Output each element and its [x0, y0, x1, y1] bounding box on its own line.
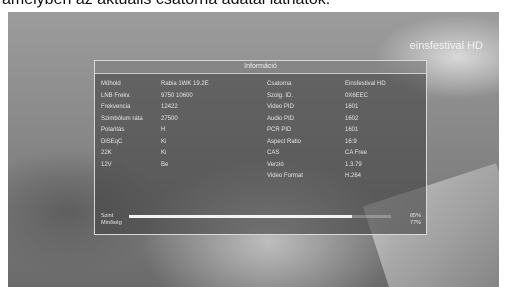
info-label: CAS — [267, 150, 280, 156]
info-row-channel: Csatorna Einsfestival HD — [267, 79, 386, 91]
info-row-audio-pid: Audio PID 1602 — [267, 114, 358, 126]
info-label: 12V — [101, 161, 112, 168]
info-value: Be — [161, 161, 169, 168]
info-row-lnb: LNB Frekv. 9750 10600 — [101, 91, 193, 103]
info-row-symbol-rate: Szimbólum ráta 27500 — [101, 114, 178, 126]
info-row-12v: 12V Be — [101, 160, 168, 172]
signal-strength-label: Szint — [101, 213, 114, 219]
info-label: PCR PID — [267, 127, 292, 133]
info-value: CA Free — [345, 150, 368, 156]
left-info-column: Műhold Rabia 1WK 19.2E LNB Frekv. 9750 106… — [101, 79, 209, 172]
info-label: Polaritás — [101, 127, 125, 133]
info-value: 27500 — [161, 115, 178, 122]
info-row-cas: CAS CA Free — [267, 148, 367, 160]
signal-strength-row: Szint 85% — [101, 213, 421, 220]
info-row-polarity: Polaritás H — [101, 125, 165, 137]
caption-text: amelyben az aktuális csatorna adatai lát… — [0, 0, 507, 10]
info-value: 1.3.79 — [345, 161, 362, 168]
info-value: 1601 — [345, 104, 359, 110]
info-value: H.264 — [345, 173, 362, 179]
channel-logo: einsfestival HD — [409, 40, 483, 52]
info-value: 12422 — [161, 104, 178, 110]
info-row-video-format: Video Format H.264 — [267, 171, 361, 183]
info-label: Video Format — [267, 173, 303, 179]
info-value: 1601 — [345, 127, 359, 133]
info-row-22k: 22K Ki — [101, 148, 166, 160]
right-info-column: Csatorna Einsfestival HD Szolg. ID. 0X6EEC… — [267, 79, 386, 183]
signal-strength-bar-fill — [129, 215, 352, 218]
info-label: Verzió — [267, 161, 284, 168]
info-value: 16:9 — [345, 138, 357, 145]
info-label: Műhold — [101, 81, 121, 87]
info-value: 1602 — [345, 115, 359, 122]
signal-strength-value: 85% — [409, 213, 421, 219]
signal-strength-bar — [129, 215, 391, 218]
info-value: 0X6EEC — [345, 92, 369, 99]
info-panel-title: Információ — [95, 61, 426, 74]
info-value: Ki — [161, 150, 167, 156]
info-value: Ki — [161, 138, 167, 145]
tv-screen: einsfestival HD Információ Műhold Rabia 1… — [8, 12, 499, 287]
info-label: Aspect Ratio — [267, 138, 302, 145]
info-label: Video PID — [267, 104, 294, 110]
info-row-diseqc: DiSEqC Ki — [101, 137, 166, 149]
info-row-version: Verzió 1.3.79 — [267, 160, 362, 172]
signal-quality-row: Minőség 77% — [101, 220, 421, 227]
info-label: Csatorna — [267, 81, 292, 87]
info-label: Audio PID — [267, 115, 295, 122]
info-panel: Információ Műhold Rabia 1WK 19.2E LNB Fre… — [94, 60, 427, 235]
info-label: Szimbólum ráta — [101, 115, 143, 122]
info-row-satellite: Műhold Rabia 1WK 19.2E — [101, 79, 209, 91]
info-label: DiSEqC — [101, 138, 123, 145]
info-label: LNB Frekv. — [101, 92, 131, 99]
signal-section: Szint 85% Minőség 77% — [101, 213, 421, 227]
info-value: Einsfestival HD — [345, 81, 386, 87]
info-label: Frekvencia — [101, 104, 131, 110]
info-label: 22K — [101, 150, 112, 156]
screenshot-frame: amelyben az aktuális csatorna adatai lát… — [0, 0, 507, 287]
info-value: Rabia 1WK 19.2E — [161, 81, 209, 87]
signal-quality-value: 77% — [409, 220, 421, 226]
signal-quality-label: Minőség — [101, 220, 122, 226]
info-row-aspect-ratio: Aspect Ratio 16:9 — [267, 137, 357, 149]
info-value: 9750 10600 — [161, 92, 193, 99]
info-row-video-pid: Video PID 1601 — [267, 102, 358, 114]
info-row-pcr-pid: PCR PID 1601 — [267, 125, 358, 137]
info-row-frequency: Frekvencia 12422 — [101, 102, 178, 114]
info-row-service-id: Szolg. ID. 0X6EEC — [267, 91, 368, 103]
info-value: H — [161, 127, 166, 133]
info-label: Szolg. ID. — [267, 92, 294, 99]
